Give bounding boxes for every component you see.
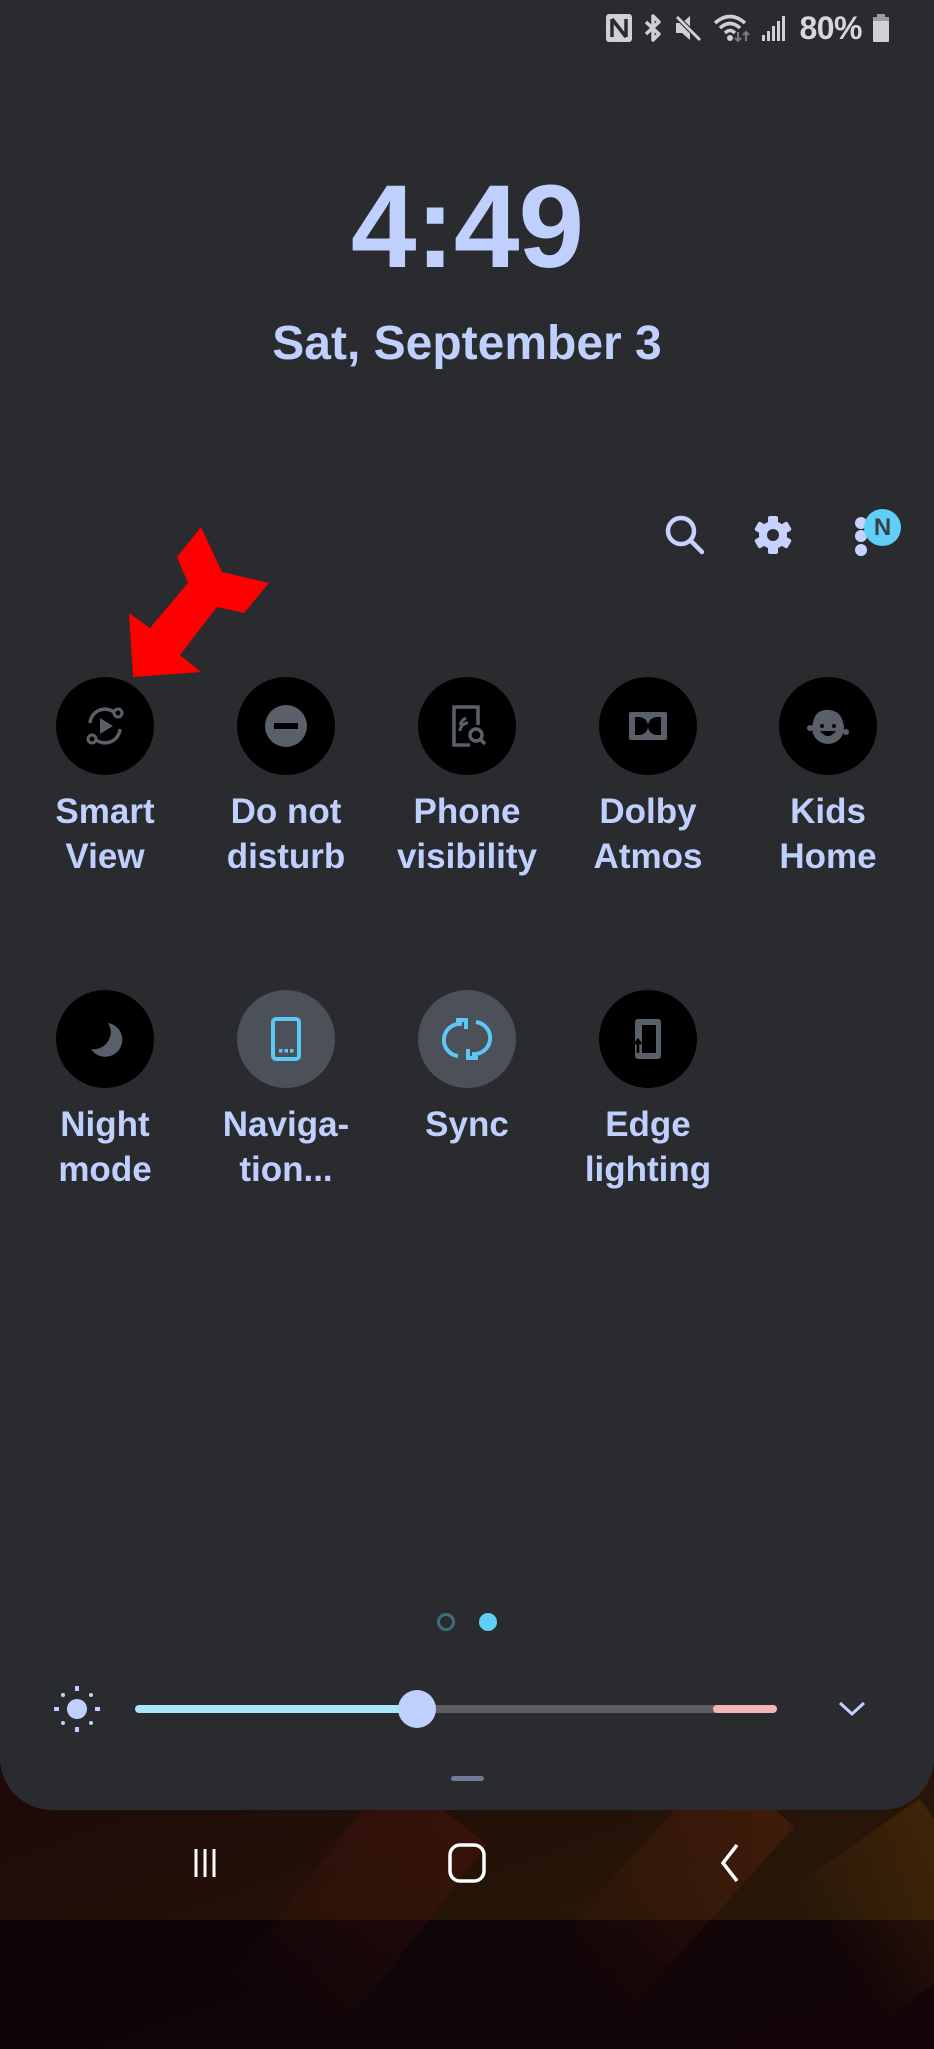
tile-sync[interactable]: Sync	[377, 990, 557, 1147]
tile-label: Smart	[55, 792, 155, 831]
tile-kids-home[interactable]: Kids Home	[738, 677, 918, 879]
recents-icon	[194, 1849, 216, 1877]
tile-night-mode[interactable]: Night mode	[15, 990, 195, 1192]
back-icon	[720, 1843, 739, 1883]
tile-edge-lighting-button[interactable]	[599, 990, 697, 1088]
dolby-atmos-icon	[629, 712, 667, 740]
tile-label: lighting	[584, 1150, 712, 1189]
page-dot-1[interactable]	[437, 1613, 455, 1631]
smart-view-icon	[86, 707, 124, 745]
annotation-arrow	[129, 527, 269, 677]
brightness-slider[interactable]	[135, 1690, 777, 1728]
tile-label: visibility	[396, 837, 538, 876]
brightness-icon	[54, 1686, 100, 1732]
tile-label: Atmos	[593, 837, 703, 876]
tile-navigation-bar-button[interactable]	[237, 990, 335, 1088]
chevron-down-icon	[838, 1701, 866, 1717]
tile-label: Sync	[425, 1105, 509, 1144]
brightness-high-zone	[712, 1705, 777, 1713]
tile-label: mode	[58, 1150, 152, 1189]
tile-label: tion...	[239, 1150, 333, 1189]
panel-drag-handle[interactable]	[451, 1776, 484, 1781]
night-mode-icon	[91, 1023, 123, 1057]
wallpaper-streak	[788, 1798, 934, 2022]
tile-label: disturb	[226, 837, 346, 876]
tile-label: Home	[779, 837, 877, 876]
tile-label: Naviga-	[222, 1105, 350, 1144]
quick-settings-panel: 80% 4:49 Sat, September 3 N Smart View D…	[0, 0, 934, 1810]
navigation-bar-icon	[271, 1017, 301, 1061]
kids-home-icon	[807, 709, 849, 744]
expand-brightness-button[interactable]	[822, 1679, 882, 1739]
tile-dolby-atmos[interactable]: Dolby Atmos	[558, 677, 738, 879]
tile-label: View	[65, 837, 145, 876]
tile-label: Night	[60, 1105, 150, 1144]
tile-edge-lighting[interactable]: Edge lighting	[558, 990, 738, 1192]
tile-navigation-bar[interactable]: Naviga- tion...	[196, 990, 376, 1192]
tile-label: Kids	[790, 792, 866, 831]
sync-icon	[442, 1018, 492, 1060]
tile-sync-button[interactable]	[418, 990, 516, 1088]
do-not-disturb-icon	[265, 705, 307, 747]
tile-do-not-disturb[interactable]: Do not disturb	[196, 677, 376, 879]
edge-lighting-icon	[634, 1019, 661, 1059]
home-icon	[448, 1843, 486, 1883]
brightness-slider-thumb[interactable]	[398, 1690, 437, 1728]
tile-phone-visibility[interactable]: Phone visibility	[377, 677, 557, 879]
brightness-slider-fill	[135, 1705, 418, 1713]
tile-label: Dolby	[599, 792, 697, 831]
tile-label: Edge	[605, 1105, 691, 1144]
back-button[interactable]	[685, 1823, 775, 1903]
home-button[interactable]	[422, 1823, 512, 1903]
tile-night-mode-button[interactable]	[56, 990, 154, 1088]
phone-visibility-icon	[452, 705, 487, 747]
tile-label: Phone	[413, 792, 521, 831]
wallpaper-streak	[232, 1770, 488, 2049]
red-arrow-icon	[129, 527, 269, 677]
tile-smart-view[interactable]: Smart View	[15, 677, 195, 879]
recents-button[interactable]	[160, 1823, 250, 1903]
page-dot-2-active[interactable]	[479, 1613, 497, 1631]
tile-label: Do not	[230, 792, 342, 831]
